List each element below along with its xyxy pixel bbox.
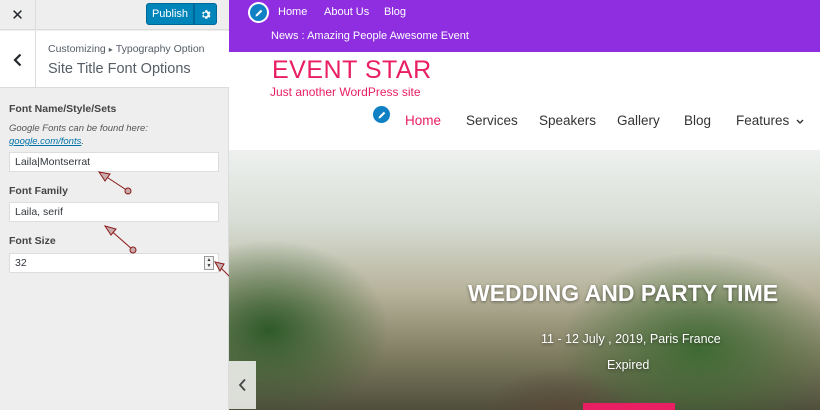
hero-date: 11 - 12 July , 2019, Paris France [541,332,721,346]
chevron-left-icon [238,378,246,392]
annotation-arrows [97,171,232,279]
top-nav-home[interactable]: Home [278,6,307,18]
hero-title: WEDDING AND PARTY TIME [468,280,779,306]
news-ticker[interactable]: News : Amazing People Awesome Event [271,30,469,42]
hero-status: Expired [607,358,650,372]
chevron-down-icon [796,119,804,124]
nav-blog[interactable]: Blog [684,113,711,128]
nav-speakers[interactable]: Speakers [539,113,596,128]
site-tagline: Just another WordPress site [270,85,421,99]
nav-gallery[interactable]: Gallery [617,113,660,128]
hero-slider: WEDDING AND PARTY TIME 11 - 12 July , 20… [229,150,820,410]
site-title[interactable]: EVENT STAR [272,56,432,85]
top-nav-blog[interactable]: Blog [384,6,406,18]
hero-cta-button[interactable] [583,403,675,410]
edit-shortcut-icon[interactable] [248,2,269,23]
slider-prev-button[interactable] [229,361,256,409]
nav-features[interactable]: Features [736,113,804,128]
top-bar: Home About Us Blog News : Amazing People… [229,0,820,52]
edit-shortcut-icon[interactable] [371,104,392,125]
nav-features-label: Features [736,113,790,128]
site-preview: Home About Us Blog News : Amazing People… [229,0,820,410]
nav-home[interactable]: Home [405,113,441,128]
nav-services[interactable]: Services [466,113,518,128]
top-nav-about[interactable]: About Us [324,6,369,18]
